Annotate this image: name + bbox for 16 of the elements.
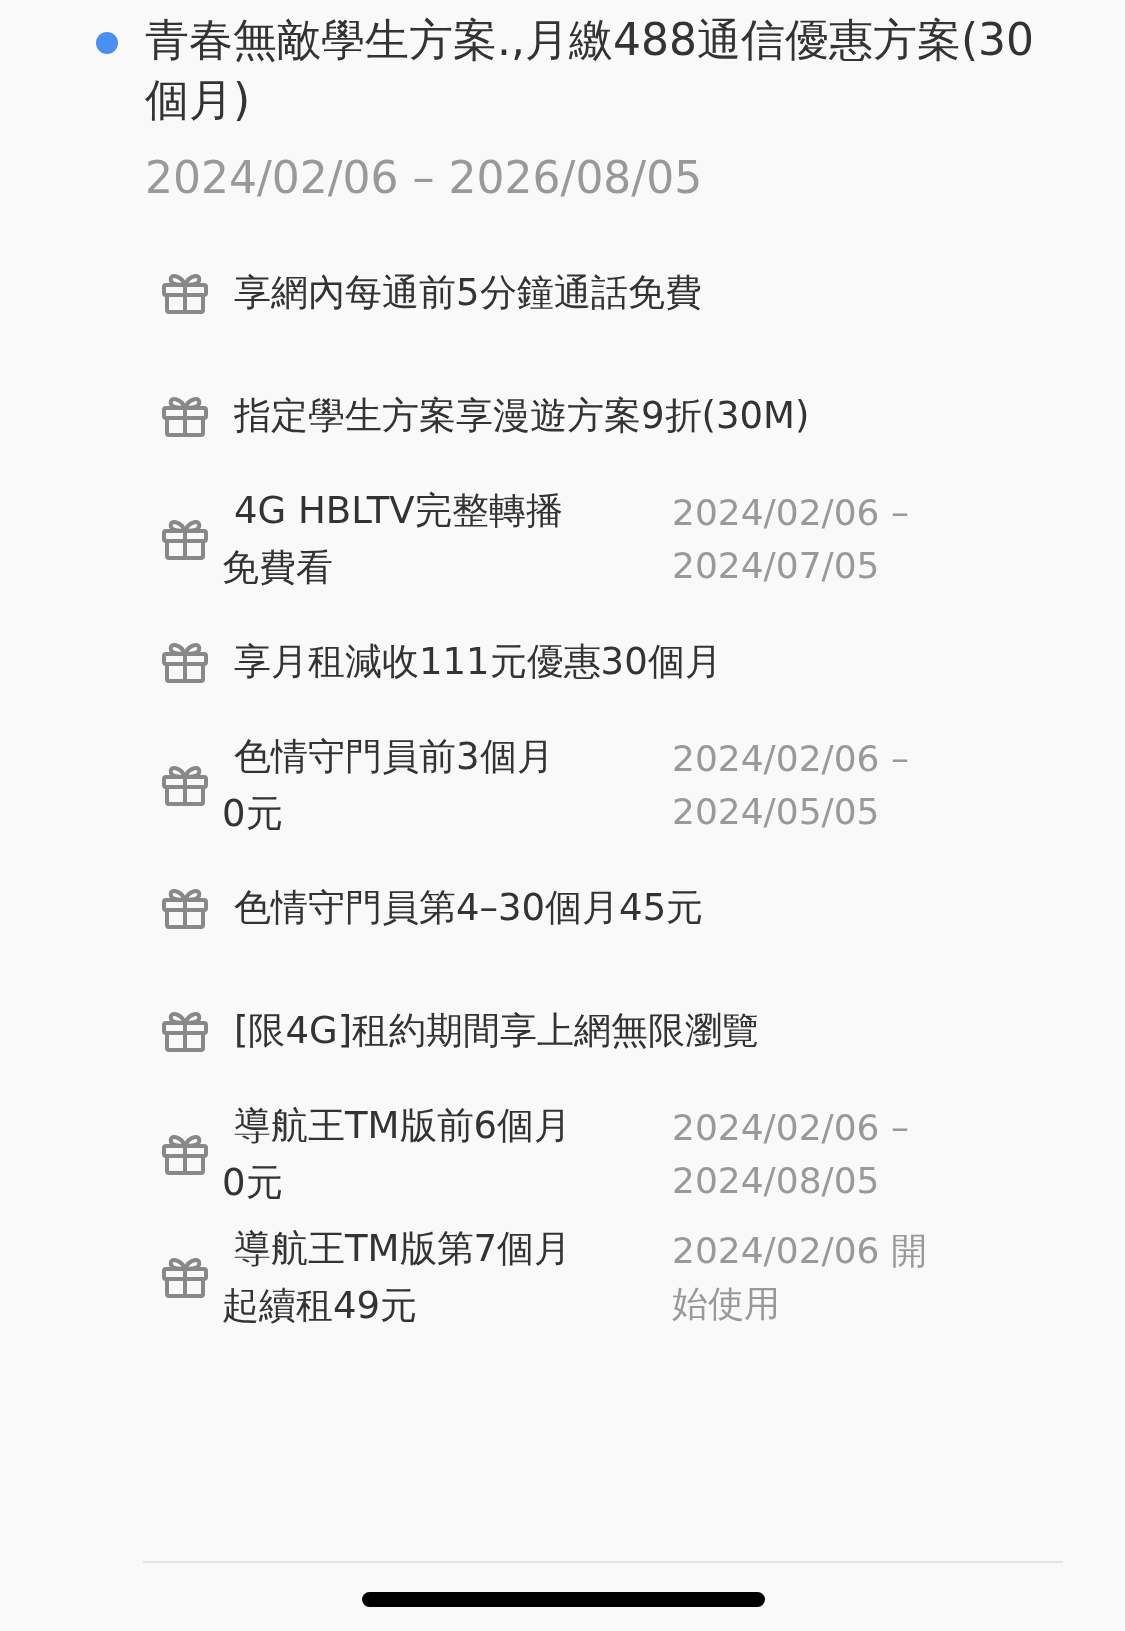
benefit-text: 享網內每通前5分鐘通話免費 [234,269,702,316]
benefit-text: 色情守門員前3個月0元 [222,733,555,837]
benefit-period: 2024/02/06 – 2024/05/05 [672,736,910,834]
benefit-text: 導航王TM版第7個月起續租49元 [222,1225,572,1329]
benefit-text: 4G HBLTV完整轉播免費看 [222,487,564,591]
benefit-text: 享月租減收111元優惠30個月 [234,638,722,685]
benefit-text: 導航王TM版前6個月0元 [222,1102,572,1206]
benefit-text: 色情守門員第4–30個月45元 [234,884,704,931]
plan-title: 青春無敵學生方案.,月繳488通信優惠方案(30個月) [145,13,1036,127]
plan-period: 2024/02/06 – 2026/08/05 [145,152,704,203]
benefit-text: [限4G]租約期間享上網無限瀏覽 [234,1007,760,1054]
benefit-period: 2024/02/06 – 2024/07/05 [672,490,910,588]
bullet-dot [96,32,118,54]
benefit-text: 指定學生方案享漫遊方案9折(30M) [234,392,810,439]
benefit-period: 2024/02/06 – 2024/08/05 [672,1105,910,1203]
benefit-period: 2024/02/06 開始使用 [672,1228,928,1326]
